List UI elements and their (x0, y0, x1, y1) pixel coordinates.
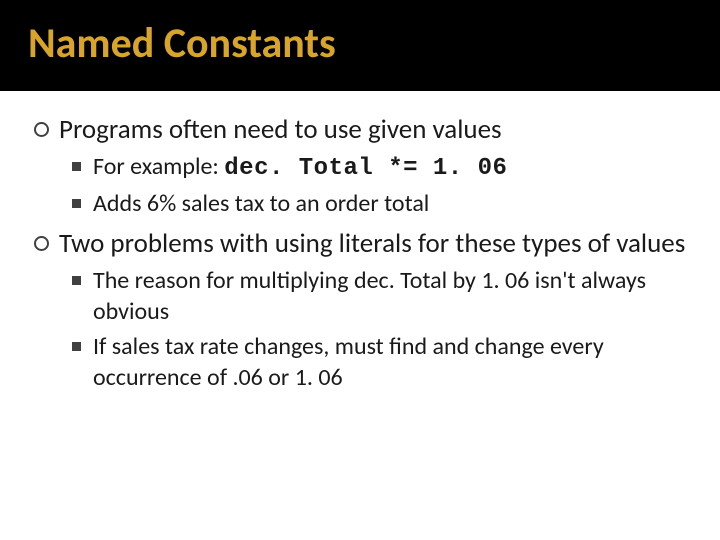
bullet-item: Two problems with using literals for the… (34, 227, 686, 261)
bullet-item: If sales tax rate changes, must find and… (72, 331, 686, 393)
bullet-item: For example: dec. Total *= 1. 06 (72, 151, 686, 184)
bullet-text: Programs often need to use given values (59, 113, 502, 147)
square-bullet-icon (72, 199, 81, 208)
bullet-text: The reason for multiplying dec. Total by… (93, 265, 686, 327)
circle-bullet-icon (34, 122, 49, 137)
slide-title: Named Constants (28, 18, 692, 69)
slide-content: Programs often need to use given values … (0, 91, 720, 416)
bullet-text: If sales tax rate changes, must find and… (93, 331, 686, 393)
bullet-item: The reason for multiplying dec. Total by… (72, 265, 686, 327)
title-bar: Named Constants (0, 0, 720, 91)
bullet-item: Programs often need to use given values (34, 113, 686, 147)
bullet-item: Adds 6% sales tax to an order total (72, 188, 686, 219)
code-snippet: dec. Total *= 1. 06 (224, 155, 507, 182)
bullet-prefix: For example: (93, 152, 224, 181)
bullet-text: Two problems with using literals for the… (59, 227, 685, 261)
bullet-text: Adds 6% sales tax to an order total (93, 188, 429, 219)
circle-bullet-icon (34, 236, 49, 251)
square-bullet-icon (72, 162, 81, 171)
square-bullet-icon (72, 342, 81, 351)
square-bullet-icon (72, 276, 81, 285)
bullet-text: For example: dec. Total *= 1. 06 (93, 151, 507, 184)
